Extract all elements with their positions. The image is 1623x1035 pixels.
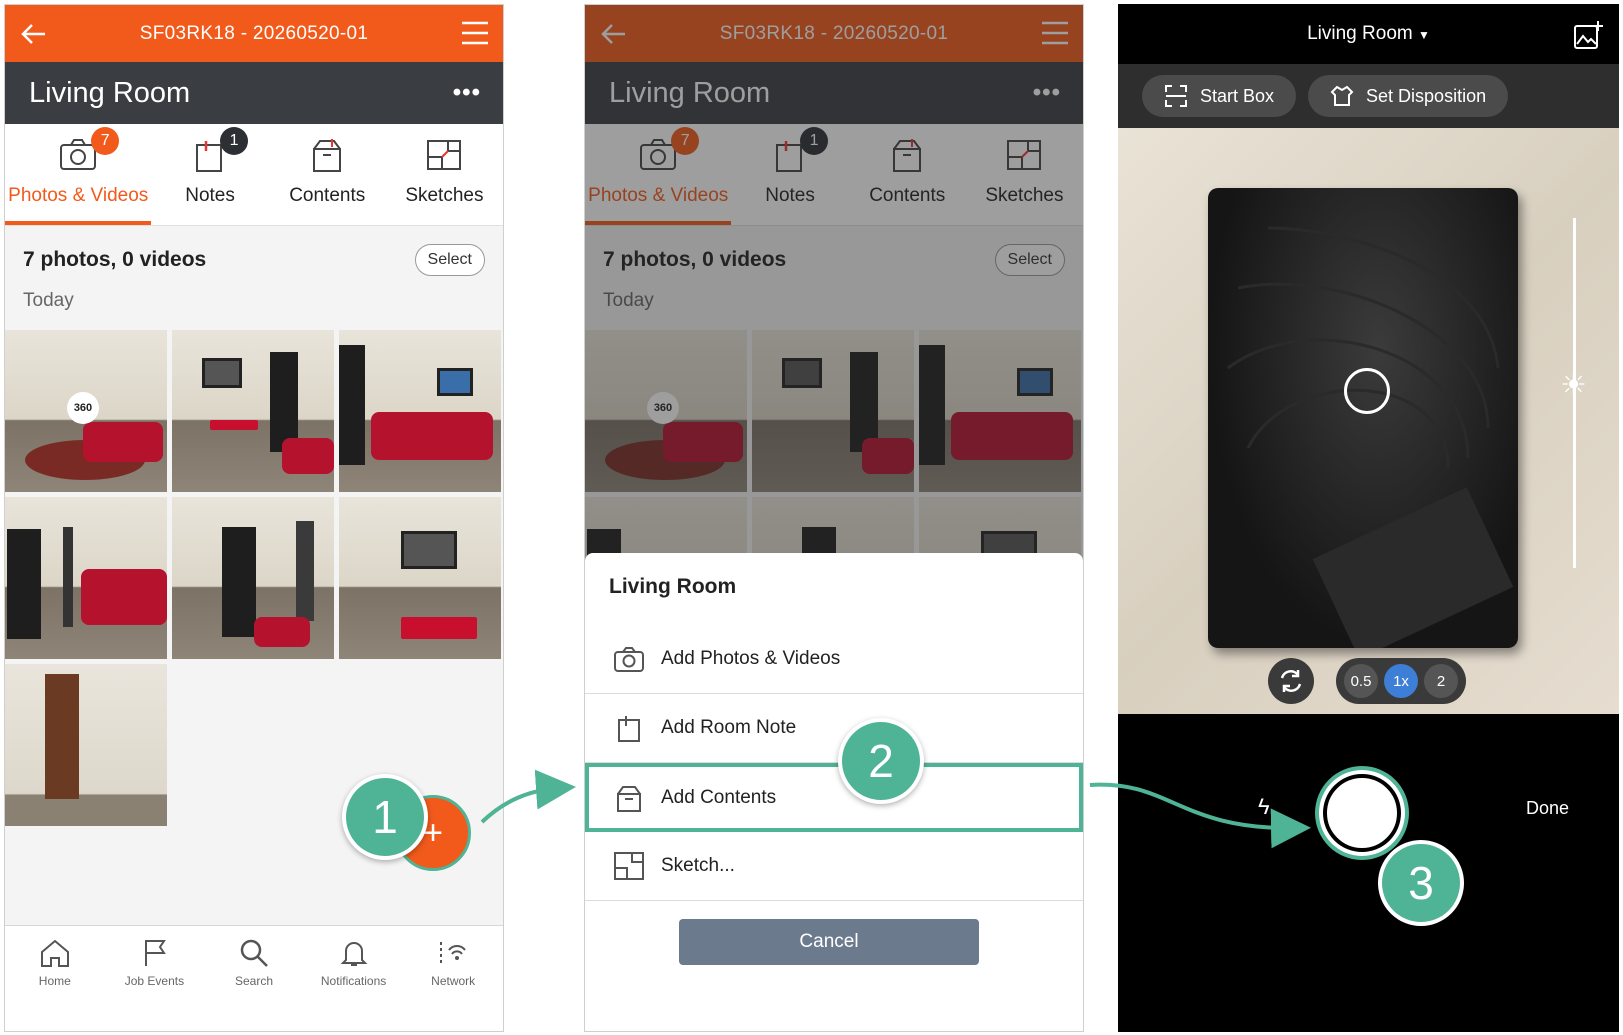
note-icon bbox=[618, 716, 640, 742]
caret-down-icon: ▼ bbox=[1418, 28, 1430, 42]
add-contents-item[interactable]: Add Contents bbox=[585, 763, 1083, 832]
tab-notes[interactable]: 1 Notes bbox=[151, 124, 268, 225]
tab-label: Notes bbox=[185, 185, 235, 206]
hamburger-menu-icon[interactable] bbox=[461, 21, 489, 50]
nav-network[interactable]: Network bbox=[403, 926, 503, 1031]
nav-label: Home bbox=[38, 974, 71, 988]
add-action-sheet: Living Room Add Photos & Videos Add Room… bbox=[585, 553, 1083, 1031]
job-title: SF03RK18 - 20260520-01 bbox=[139, 22, 369, 44]
zoom-option-selected[interactable]: 1x bbox=[1384, 664, 1418, 698]
room-dropdown-label: Living Room bbox=[1307, 23, 1413, 44]
app-bar: SF03RK18 - 20260520-01 bbox=[5, 5, 503, 62]
set-disposition-button[interactable]: Set Disposition bbox=[1308, 75, 1509, 117]
camera-icon bbox=[614, 647, 644, 672]
flash-off-icon[interactable]: ϟ bbox=[1258, 794, 1270, 820]
set-disposition-label: Set Disposition bbox=[1366, 85, 1487, 106]
nav-label: Notifications bbox=[320, 974, 387, 988]
sheet-item-label: Add Room Note bbox=[661, 717, 797, 738]
step-1-callout: 1 bbox=[342, 774, 428, 860]
sketch-item[interactable]: Sketch... bbox=[585, 832, 1083, 901]
home-icon bbox=[40, 939, 69, 967]
step-2-callout: 2 bbox=[838, 718, 924, 804]
note-count-badge: 1 bbox=[220, 127, 249, 155]
zoom-option[interactable]: 2 bbox=[1424, 664, 1458, 698]
shirt-icon bbox=[1330, 85, 1354, 106]
box-icon bbox=[617, 785, 641, 812]
sheet-title: Living Room bbox=[609, 575, 737, 598]
sheet-item-label: Add Photos & Videos bbox=[661, 648, 841, 669]
box-icon bbox=[310, 137, 344, 181]
photo-count-badge: 7 bbox=[91, 127, 120, 155]
phone-add-menu-screen: SF03RK18 - 20260520-01 Living Room ••• 7… bbox=[584, 4, 1084, 1032]
camera-viewfinder[interactable]: ☀ 0.5 1x 2 bbox=[1118, 128, 1619, 714]
tutorial-stage: SF03RK18 - 20260520-01 Living Room ••• 7… bbox=[0, 0, 1623, 1035]
nav-job-events[interactable]: Job Events bbox=[105, 926, 205, 1031]
bell-icon bbox=[340, 942, 367, 966]
media-summary: 7 photos, 0 videos Today Select bbox=[5, 226, 503, 330]
scan-frame-icon bbox=[1165, 85, 1187, 107]
add-from-gallery-icon[interactable] bbox=[1573, 20, 1603, 56]
nav-label: Search bbox=[234, 974, 273, 988]
start-box-label: Start Box bbox=[1200, 85, 1275, 106]
back-arrow-icon[interactable] bbox=[19, 19, 49, 54]
nav-notifications[interactable]: Notifications bbox=[304, 926, 404, 1031]
tab-label: Sketches bbox=[405, 185, 484, 206]
room-header: Living Room ••• bbox=[5, 62, 503, 124]
zoom-selector: 0.5 1x 2 bbox=[1336, 658, 1466, 704]
rotate-icon bbox=[1280, 670, 1302, 692]
flag-icon bbox=[145, 940, 167, 966]
tab-contents[interactable]: Contents bbox=[269, 124, 386, 225]
focus-ring bbox=[1344, 368, 1390, 414]
flip-camera-button[interactable] bbox=[1268, 658, 1314, 704]
sheet-item-label: Add Contents bbox=[661, 786, 777, 808]
shutter-button[interactable] bbox=[1323, 774, 1401, 852]
add-photos-videos-item[interactable]: Add Photos & Videos bbox=[585, 625, 1083, 694]
note-icon: 1 bbox=[194, 127, 249, 181]
photo-thumbnail[interactable] bbox=[5, 497, 167, 659]
tab-photos-videos[interactable]: 7 Photos & Videos bbox=[5, 124, 152, 225]
nav-label: Job Events bbox=[124, 974, 185, 988]
photo-thumbnail[interactable]: 360 bbox=[5, 330, 167, 492]
sketch-icon bbox=[426, 137, 462, 181]
network-icon bbox=[440, 942, 466, 964]
nav-home[interactable]: Home bbox=[5, 926, 105, 1031]
room-dropdown[interactable]: Living Room ▼ bbox=[1307, 23, 1430, 45]
photo-thumbnail[interactable] bbox=[5, 664, 167, 826]
camera-icon: 7 bbox=[59, 127, 120, 181]
sketch-icon bbox=[614, 852, 644, 880]
cancel-button[interactable]: Cancel bbox=[679, 919, 979, 965]
select-button[interactable]: Select bbox=[414, 244, 485, 276]
camera-action-bar: Start Box Set Disposition bbox=[1118, 64, 1619, 128]
nav-label: Network bbox=[431, 974, 476, 988]
start-box-button[interactable]: Start Box bbox=[1142, 75, 1297, 117]
nav-search[interactable]: Search bbox=[204, 926, 304, 1031]
sheet-item-label: Sketch... bbox=[661, 855, 735, 876]
search-icon bbox=[240, 939, 268, 967]
tab-label: Photos & Videos bbox=[8, 185, 149, 206]
panorama-360-icon: 360 bbox=[67, 392, 99, 424]
step-3-callout: 3 bbox=[1378, 840, 1464, 926]
preview-object bbox=[1208, 188, 1518, 648]
tab-label: Contents bbox=[289, 185, 366, 206]
room-tabs: 7 Photos & Videos 1 Notes Contents Sketc… bbox=[5, 124, 503, 226]
phone-camera-screen: Living Room ▼ Start Box Set Disposition bbox=[1118, 4, 1619, 1032]
tab-sketches[interactable]: Sketches bbox=[386, 124, 503, 225]
phone-room-screen: SF03RK18 - 20260520-01 Living Room ••• 7… bbox=[4, 4, 504, 1032]
photo-thumbnail[interactable] bbox=[172, 330, 334, 492]
brightness-icon: ☀ bbox=[1560, 369, 1587, 402]
photo-grid: 360 bbox=[5, 330, 503, 826]
date-group-label: Today bbox=[23, 290, 74, 311]
photo-thumbnail[interactable] bbox=[339, 497, 501, 659]
zoom-option[interactable]: 0.5 bbox=[1344, 664, 1378, 698]
more-options-icon[interactable]: ••• bbox=[453, 79, 481, 107]
done-button[interactable]: Done bbox=[1526, 798, 1569, 819]
camera-top-bar: Living Room ▼ bbox=[1118, 4, 1619, 64]
add-room-note-item[interactable]: Add Room Note bbox=[585, 694, 1083, 763]
photo-thumbnail[interactable] bbox=[172, 497, 334, 659]
room-title: Living Room bbox=[29, 76, 191, 109]
photo-thumbnail[interactable] bbox=[339, 330, 501, 492]
bottom-navigation: Home Job Events Search Notifications Net… bbox=[5, 925, 503, 1031]
